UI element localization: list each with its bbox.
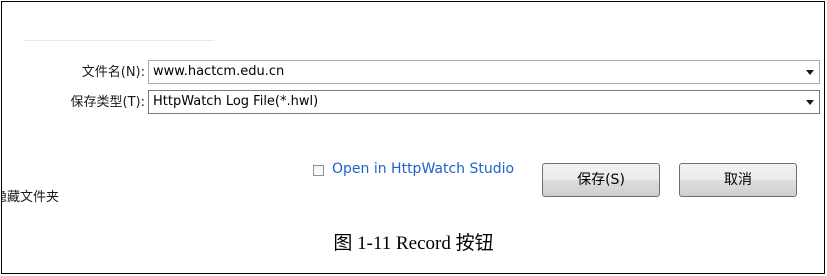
filename-combo[interactable]: www.hactcm.edu.cn <box>148 60 820 84</box>
cancel-button[interactable]: 取消 <box>679 163 797 197</box>
filetype-label: 保存类型(T): <box>70 95 145 110</box>
filetype-value[interactable]: HttpWatch Log File(*.hwl) <box>153 94 318 110</box>
divider <box>24 40 214 41</box>
chevron-down-icon[interactable] <box>806 100 814 105</box>
filename-value[interactable]: www.hactcm.edu.cn <box>153 64 284 80</box>
open-in-studio-label[interactable]: Open in HttpWatch Studio <box>332 160 522 179</box>
save-button[interactable]: 保存(S) <box>542 163 660 197</box>
chevron-down-icon[interactable] <box>806 70 814 75</box>
figure-caption: 图 1-11 Record 按钮 <box>333 233 494 254</box>
save-dialog: 文件名(N): www.hactcm.edu.cn 保存类型(T): HttpW… <box>2 2 824 227</box>
filetype-select[interactable]: HttpWatch Log File(*.hwl) <box>148 90 820 114</box>
hide-folders-link[interactable]: 隐藏文件夹 <box>2 186 59 205</box>
open-in-studio-checkbox[interactable] <box>313 165 324 176</box>
filename-label: 文件名(N): <box>81 65 145 80</box>
